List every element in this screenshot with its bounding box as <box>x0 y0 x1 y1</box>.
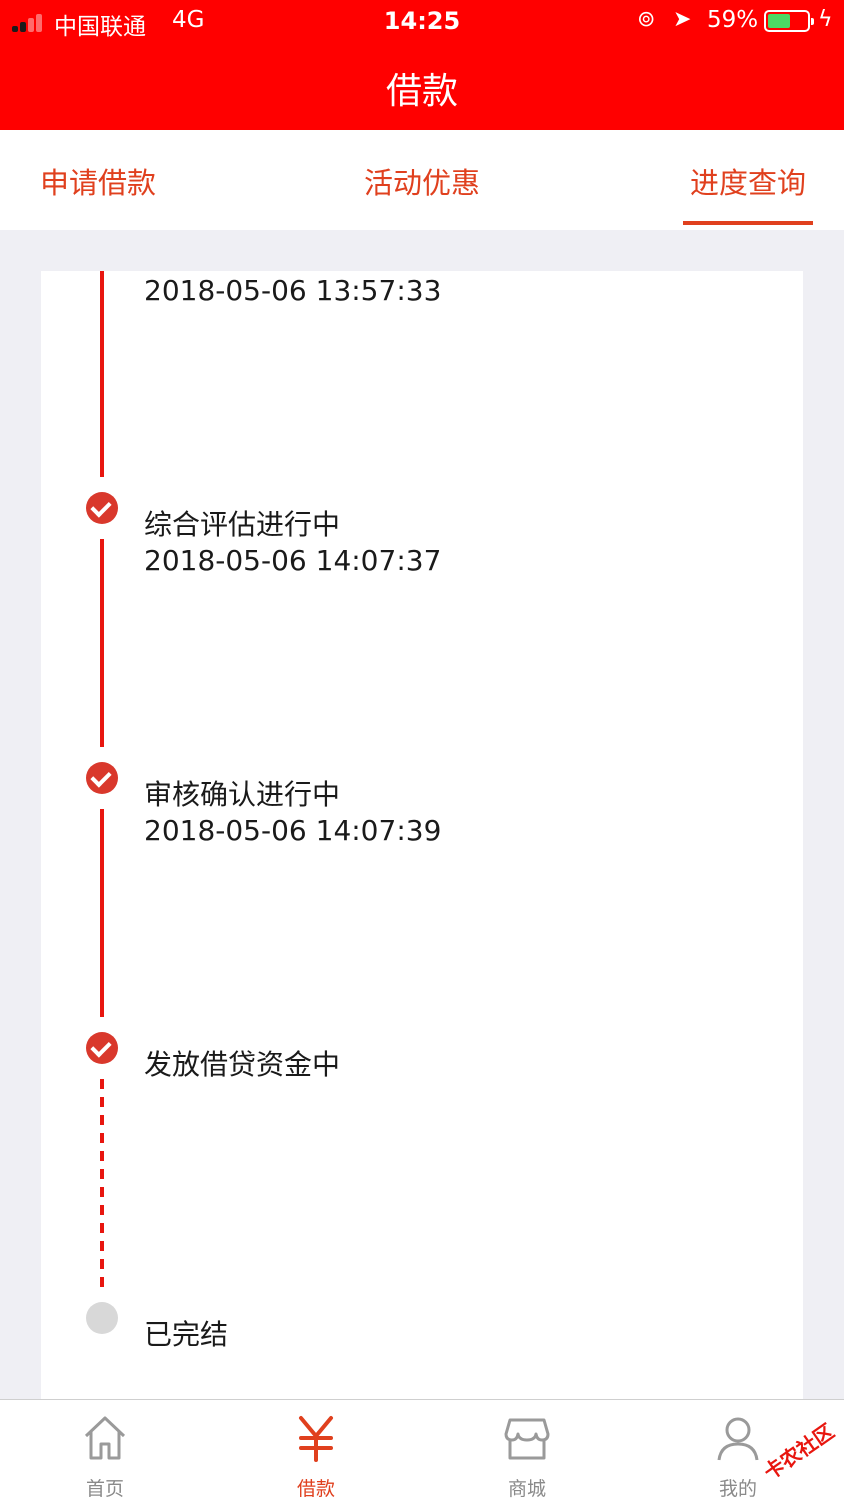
step-title: 已完结 <box>144 1318 229 1351</box>
status-bar: 中国联通 4G 14:25 ⊚ ➤ 59% ϟ <box>0 0 844 44</box>
progress-card: 2018-05-06 13:57:33 综合评估进行中 2018-05-06 1… <box>41 271 803 1401</box>
page-title: 借款 <box>385 71 458 112</box>
tab-progress-query[interactable]: 进度查询 <box>690 160 806 202</box>
check-icon <box>86 492 118 524</box>
check-icon <box>86 1032 118 1064</box>
location-icon: ➤ <box>673 7 692 32</box>
check-icon <box>86 762 118 794</box>
step-time: 2018-05-06 14:07:37 <box>144 544 442 577</box>
battery-fill <box>768 14 790 28</box>
watermark-text: 卡农社区 <box>759 1418 839 1485</box>
charging-icon: ϟ <box>818 7 833 32</box>
orientation-lock-icon: ⊚ <box>637 7 656 32</box>
tabbar-label: 商城 <box>507 1478 546 1500</box>
tabbar-label: 借款 <box>296 1478 335 1500</box>
step-time: 2018-05-06 14:07:39 <box>144 814 442 847</box>
tabbar-item-home[interactable]: 首页 <box>45 1400 165 1500</box>
active-tab-indicator <box>683 221 813 225</box>
timeline-line <box>100 809 104 1017</box>
segment-tabs: 申请借款 活动优惠 进度查询 <box>0 130 844 230</box>
step-time: 2018-05-06 13:57:33 <box>144 274 442 307</box>
pending-dot-icon <box>86 1302 118 1334</box>
step-title: 审核确认进行中 <box>144 778 341 811</box>
bottom-tab-bar: 首页 借款 商城 我的 <box>0 1399 844 1500</box>
shop-icon <box>504 1418 550 1460</box>
battery-icon <box>764 10 814 32</box>
timeline-line <box>100 539 104 747</box>
timeline-line <box>100 271 104 477</box>
step-title: 综合评估进行中 <box>144 508 341 541</box>
step-title: 发放借贷资金中 <box>144 1048 341 1081</box>
tabbar-label: 首页 <box>85 1478 124 1500</box>
battery-percent: 59% <box>707 7 759 33</box>
tabbar-item-shop[interactable]: 商城 <box>467 1400 587 1500</box>
yen-icon <box>299 1416 333 1462</box>
home-icon <box>84 1416 126 1460</box>
top-bar: 中国联通 4G 14:25 ⊚ ➤ 59% ϟ 借款 <box>0 0 844 130</box>
tabbar-item-loan[interactable]: 借款 <box>256 1400 376 1500</box>
watermark-logo: 卡农社区 <box>740 1408 840 1488</box>
timeline-line-pending <box>100 1079 104 1289</box>
